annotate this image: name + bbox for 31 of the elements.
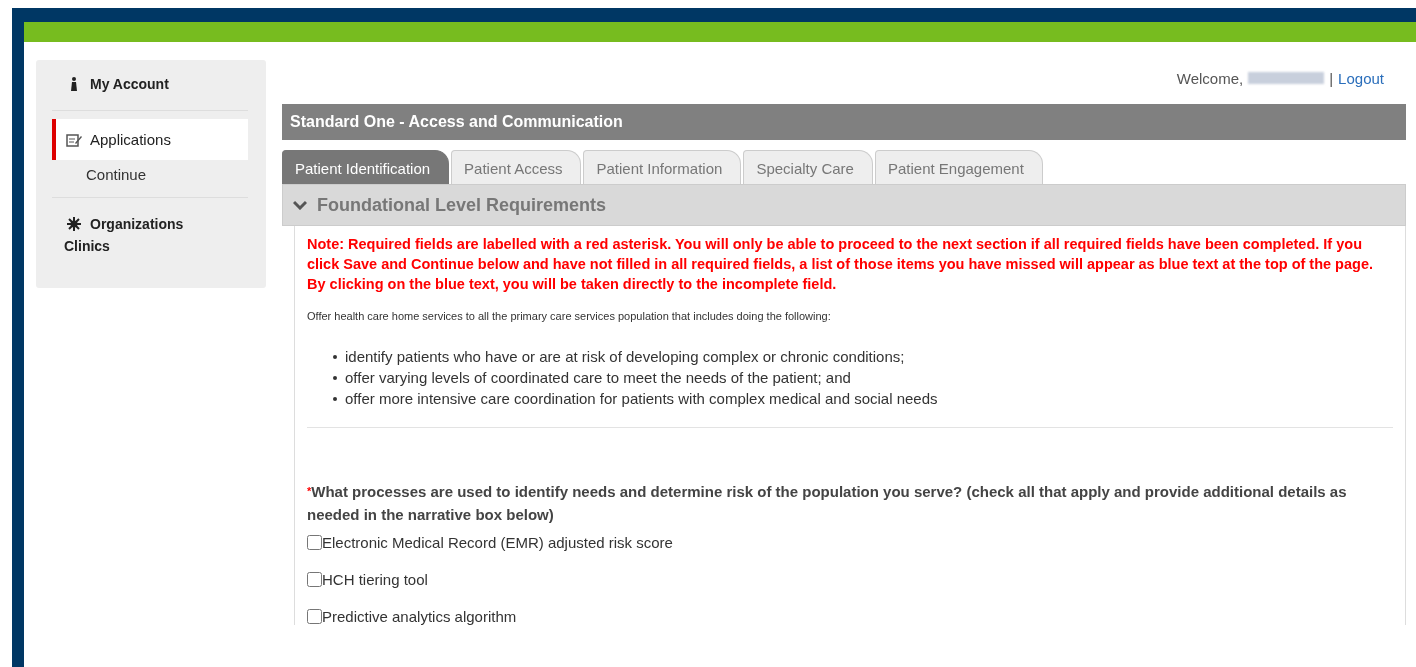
intro-text: Offer health care home services to all the primary care services population that includes doing the following: [307,310,832,322]
tab[interactable]: Patient Identification [282,150,450,184]
section-title: Standard One - Access and Communication [290,113,623,131]
checkbox[interactable] [307,572,322,587]
checkbox[interactable] [307,609,322,624]
bullet-icon [333,396,337,401]
sidebar-subtitle: Clinics [63,238,110,256]
tab[interactable]: Patient Engagement [874,150,1043,184]
sidebar-subitem[interactable]: Continue [52,160,248,189]
bullet-text: offer more intensive care coordination for patients with complex medical and social needs [345,389,938,409]
question-text: *What processes are used to identify needs and determine risk of the population you serve? (check all that apply and provide additional details as needed in the narrative box below) [307,482,1348,525]
bullet-text: identify patients who have or are at risk of developing complex or chronic conditions; [345,347,905,367]
checkbox-label: Predictive analytics algorithm [322,608,517,625]
edit-icon [66,131,82,148]
tab[interactable]: Patient Information [583,150,742,184]
bullet-icon [333,375,337,380]
logout-link[interactable]: Logout [1338,69,1384,87]
checkbox[interactable] [307,535,322,550]
checkbox-label: HCH tiering tool [322,571,428,588]
bullet-text: offer varying levels of coordinated care to meet the needs of the patient; and [345,368,851,388]
separator-text: | [1329,69,1334,87]
checkbox-label: Electronic Medical Record (EMR) adjusted risk score [322,534,673,551]
bullet-icon [333,354,337,359]
sidebar-item[interactable]: Applications [52,119,248,160]
sidebar-item[interactable]: My Account [52,66,248,102]
tab[interactable]: Specialty Care [743,150,873,184]
note-text: Note: Required fields are labelled with a red asterisk. You will only be able to proceed to the next section if all required fields have been completed. If you click Save and Continue below and have not filled in all required fields, a list of those items you have missed will appear as blue text at the top of the page. By clicking on the blue text, you will be taken directly to the incomplete field. [307,235,1374,294]
gear-icon [66,216,82,232]
welcome-text: Welcome, [1176,69,1244,87]
accordion-header[interactable]: Foundational Level Requirements [282,184,1406,226]
tab[interactable]: Patient Access [451,150,582,184]
